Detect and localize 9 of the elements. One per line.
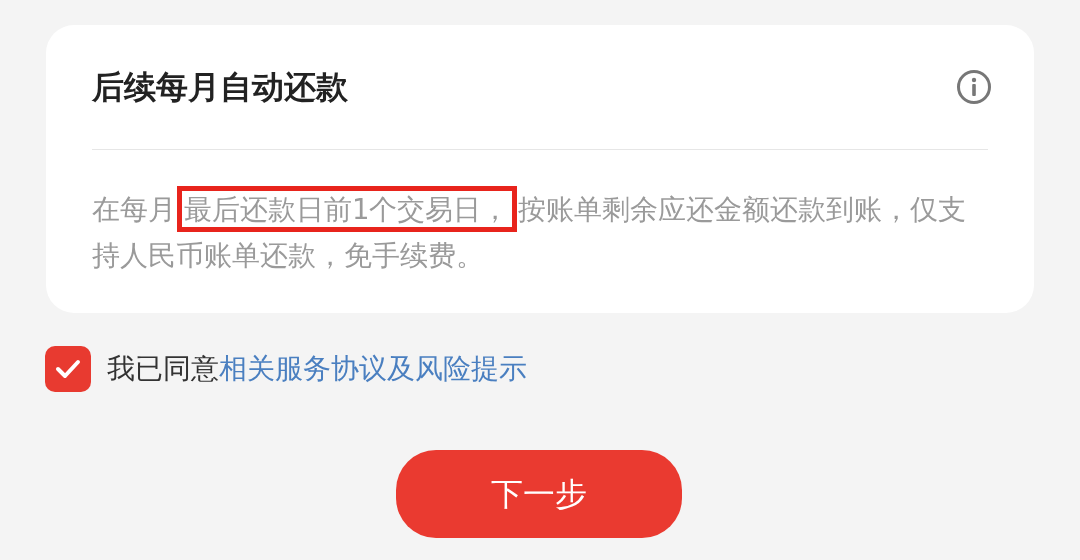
agreement-text: 我已同意相关服务协议及风险提示: [107, 351, 527, 387]
checkbox[interactable]: [45, 346, 91, 392]
highlight-frame: 最后还款日前1个交易日，: [177, 186, 517, 232]
description: 在每月 最后还款日前1个交易日， 按账单剩余应还金额还款到账，仅支持人民币账单还款，免手续费。: [92, 186, 988, 278]
info-icon[interactable]: [956, 69, 992, 105]
agreement-link[interactable]: 相关服务协议及风险提示: [219, 352, 527, 385]
checkmark-icon: [55, 358, 81, 380]
next-button[interactable]: 下一步: [395, 450, 682, 538]
card-title: 后续每月自动还款: [92, 67, 348, 108]
